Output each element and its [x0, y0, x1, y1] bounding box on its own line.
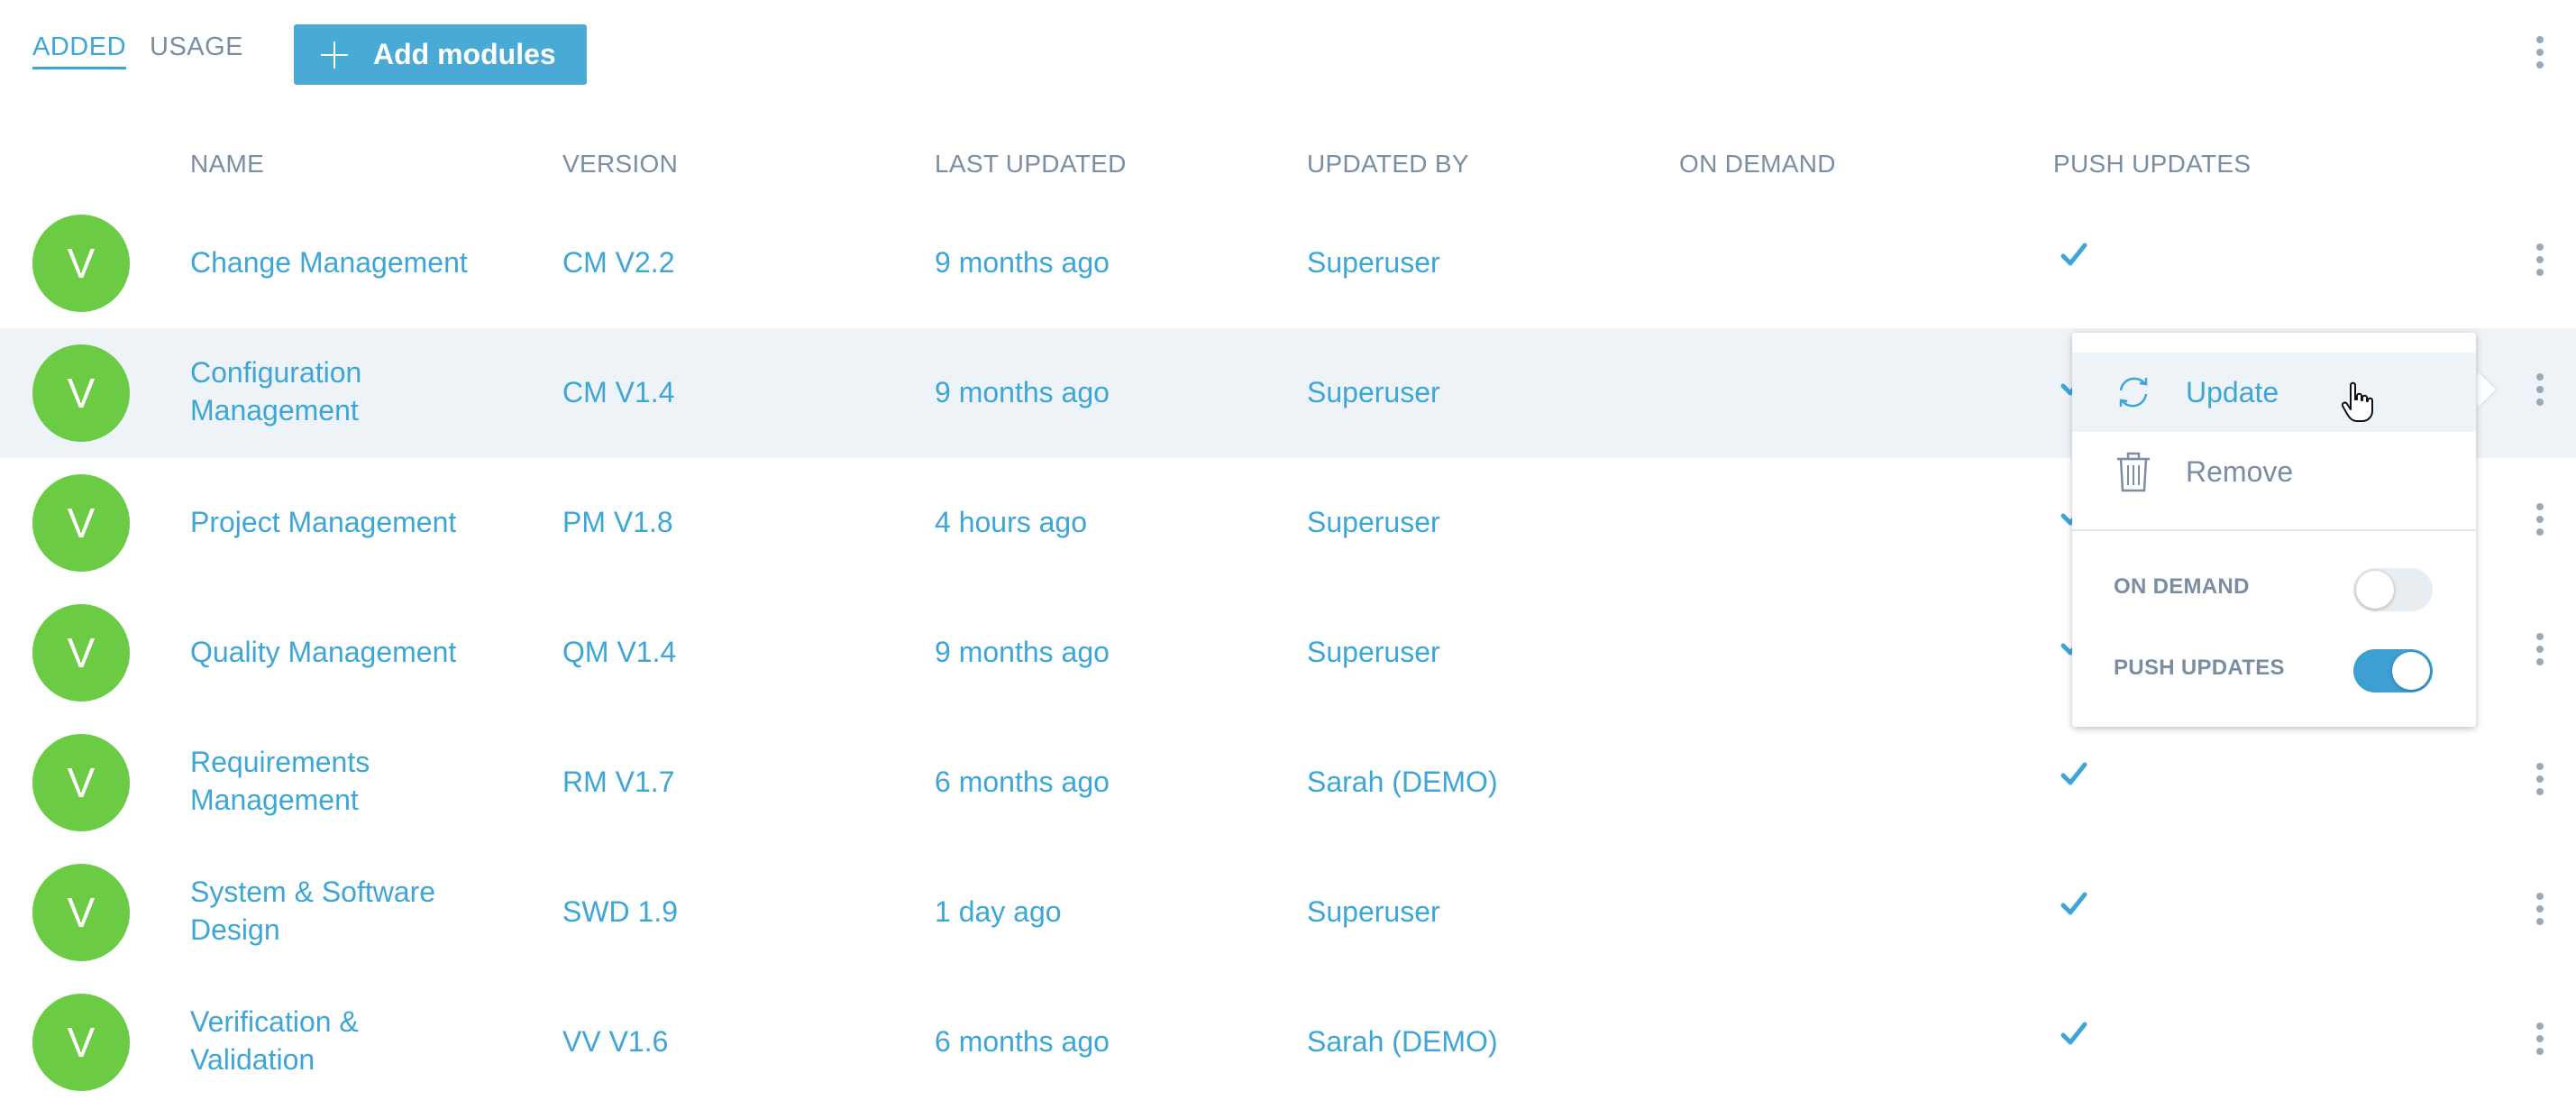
table-row[interactable]: V Requirements Management RM V1.7 6 mont…	[0, 718, 2576, 848]
module-avatar: V	[32, 344, 130, 442]
tab-usage[interactable]: USAGE	[150, 32, 243, 62]
updated-by[interactable]: Sarah (DEMO)	[1307, 1023, 1498, 1060]
module-name-link[interactable]: Change Management	[190, 243, 479, 281]
module-version[interactable]: SWD 1.9	[562, 893, 678, 931]
module-name-link[interactable]: System & Software Design	[190, 873, 479, 949]
module-name-link[interactable]: Verification & Validation	[190, 1003, 479, 1078]
updated-by[interactable]: Superuser	[1307, 893, 1440, 931]
tab-added-label: ADDED	[32, 32, 127, 61]
popup-divider	[2072, 529, 2476, 531]
module-avatar: V	[32, 994, 130, 1091]
module-version[interactable]: RM V1.7	[562, 763, 674, 801]
last-updated[interactable]: 1 day ago	[935, 893, 1062, 931]
column-header-last-updated[interactable]: LAST UPDATED	[935, 150, 1127, 179]
push-updates-check-icon	[2060, 762, 2087, 785]
column-header-version[interactable]: VERSION	[562, 150, 678, 179]
module-avatar: V	[32, 474, 130, 572]
toggle-knob	[2356, 571, 2394, 609]
add-modules-button[interactable]: Add modules	[294, 24, 587, 85]
toggle-knob	[2392, 652, 2430, 690]
on-demand-toggle[interactable]	[2353, 568, 2433, 611]
last-updated[interactable]: 9 months ago	[935, 243, 1110, 281]
module-name-link[interactable]: Requirements Management	[190, 743, 479, 819]
module-avatar: V	[32, 734, 130, 831]
add-modules-label: Add modules	[373, 38, 556, 70]
hand-cursor-icon	[2342, 381, 2373, 422]
updated-by[interactable]: Sarah (DEMO)	[1307, 763, 1498, 801]
updated-by[interactable]: Superuser	[1307, 373, 1440, 411]
trash-icon	[2117, 452, 2150, 492]
table-row[interactable]: V Change Management CM V2.2 9 months ago…	[0, 198, 2576, 328]
remove-label: Remove	[2186, 454, 2294, 488]
module-avatar: V	[32, 215, 130, 312]
push-updates-toggle[interactable]	[2353, 649, 2433, 692]
tab-usage-label: USAGE	[150, 32, 244, 61]
last-updated[interactable]: 6 months ago	[935, 763, 1110, 801]
module-version[interactable]: VV V1.6	[562, 1023, 668, 1060]
row-more-options-icon[interactable]	[2535, 1023, 2544, 1055]
on-demand-toggle-label: ON DEMAND	[2114, 574, 2250, 599]
row-more-options-icon[interactable]	[2535, 373, 2544, 406]
last-updated[interactable]: 9 months ago	[935, 373, 1110, 411]
module-version[interactable]: PM V1.8	[562, 503, 673, 541]
row-more-options-icon[interactable]	[2535, 633, 2544, 665]
remove-menu-item[interactable]: Remove	[2072, 432, 2476, 511]
row-more-options-icon[interactable]	[2535, 243, 2544, 276]
tab-added[interactable]: ADDED	[32, 32, 127, 69]
module-name-link[interactable]: Quality Management	[190, 633, 479, 671]
column-header-push-updates[interactable]: PUSH UPDATES	[2053, 150, 2251, 179]
push-updates-check-icon	[2060, 1022, 2087, 1045]
updated-by[interactable]: Superuser	[1307, 633, 1440, 671]
table-row[interactable]: V System & Software Design SWD 1.9 1 day…	[0, 848, 2576, 977]
module-version[interactable]: QM V1.4	[562, 633, 676, 671]
refresh-icon	[2119, 377, 2148, 408]
column-header-updated-by[interactable]: UPDATED BY	[1307, 150, 1469, 179]
last-updated[interactable]: 9 months ago	[935, 633, 1110, 671]
more-options-icon[interactable]	[2535, 36, 2544, 69]
row-actions-popup: Update Remove ON DEMAND PUSH UPDATES	[2072, 333, 2476, 727]
module-version[interactable]: CM V2.2	[562, 243, 674, 281]
updated-by[interactable]: Superuser	[1307, 243, 1440, 281]
column-header-on-demand[interactable]: ON DEMAND	[1679, 150, 1836, 179]
updated-by[interactable]: Superuser	[1307, 503, 1440, 541]
table-row[interactable]: V Verification & Validation VV V1.6 6 mo…	[0, 977, 2576, 1107]
row-more-options-icon[interactable]	[2535, 763, 2544, 795]
plus-icon	[321, 41, 348, 69]
push-updates-toggle-label: PUSH UPDATES	[2114, 656, 2285, 680]
column-header-name[interactable]: NAME	[190, 150, 264, 179]
row-more-options-icon[interactable]	[2535, 893, 2544, 925]
update-menu-item[interactable]: Update	[2072, 353, 2476, 432]
last-updated[interactable]: 6 months ago	[935, 1023, 1110, 1060]
module-name-link[interactable]: Configuration Management	[190, 353, 479, 429]
update-label: Update	[2186, 375, 2279, 408]
module-avatar: V	[32, 864, 130, 961]
row-more-options-icon[interactable]	[2535, 503, 2544, 536]
push-updates-check-icon	[2060, 243, 2087, 266]
module-name-link[interactable]: Project Management	[190, 503, 479, 541]
module-avatar: V	[32, 604, 130, 702]
module-version[interactable]: CM V1.4	[562, 373, 674, 411]
active-tab-indicator	[32, 67, 127, 69]
last-updated[interactable]: 4 hours ago	[935, 503, 1087, 541]
push-updates-check-icon	[2060, 892, 2087, 915]
